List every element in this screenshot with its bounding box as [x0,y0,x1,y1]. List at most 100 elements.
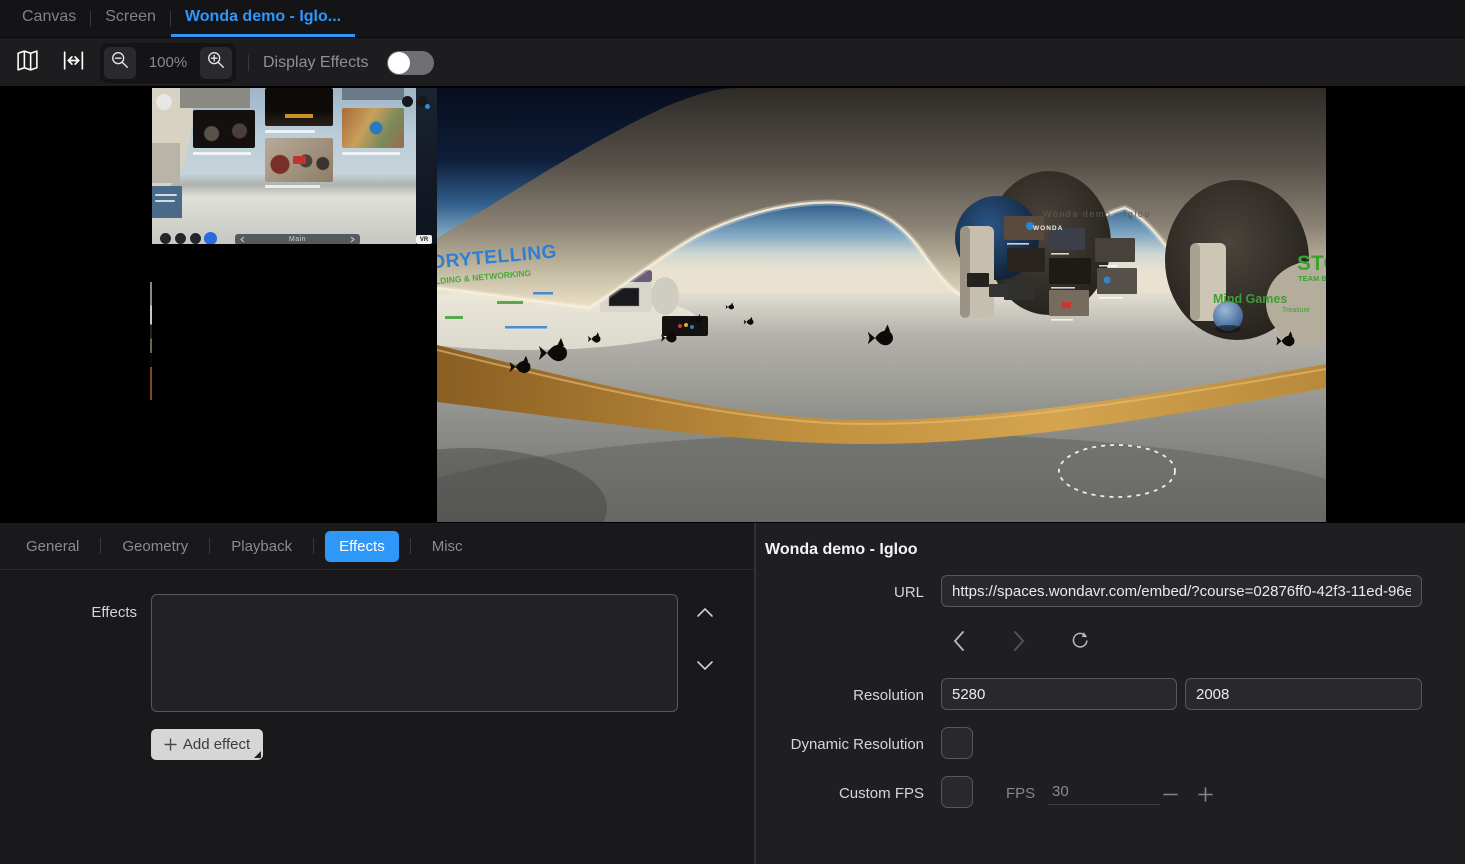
zoom-in-button[interactable] [200,47,232,79]
zoom-out-button[interactable] [104,47,136,79]
dynamic-resolution-label: Dynamic Resolution [756,736,924,753]
toggle-knob [388,52,410,74]
fps-decrement-button[interactable] [1161,785,1179,803]
minus-icon [1163,787,1178,802]
tab-wonda-demo[interactable]: Wonda demo - Iglo... [171,0,355,37]
thumb-toolbar-icon [189,232,202,244]
toolbar-separator [248,55,249,71]
thumb-edge-shadow [416,88,437,244]
thumb-toolbar-icon [204,232,217,244]
add-effect-label: Add effect [183,736,250,753]
video-tile [152,186,182,218]
tile-caption [265,185,320,188]
tile-caption [155,200,175,202]
tab-playback[interactable]: Playback [221,538,302,555]
canvas-viewport[interactable]: Main VR [0,86,1465,523]
source-properties-panel: Wonda demo - Igloo URL Resolution Dynami… [756,523,1465,864]
tab-geometry[interactable]: Geometry [112,538,198,555]
tab-separator [209,538,210,554]
thumb-toolbar-icon [174,232,187,244]
tab-effects[interactable]: Effects [325,531,399,562]
video-tile [342,108,404,148]
plus-icon [1198,787,1213,802]
team-bu-text: TEAM BU [1298,274,1326,283]
tab-screen[interactable]: Screen [91,0,170,37]
video-tile [265,88,333,126]
camera-icon [402,96,413,107]
fps-input[interactable] [1048,778,1160,805]
add-effect-button[interactable]: Add effect [151,729,263,760]
resolution-width-input[interactable] [941,678,1177,710]
tab-canvas[interactable]: Canvas [8,0,90,37]
chevron-right-icon [350,236,355,243]
map-view-button[interactable] [12,48,42,78]
move-effect-down-button[interactable] [696,659,714,671]
top-tab-bar: Canvas Screen Wonda demo - Iglo... [0,0,1465,37]
resolution-height-input[interactable] [1185,678,1422,710]
tile-caption [155,194,177,196]
video-tile [193,110,255,148]
space-title-text: Wonda demo - Igloo [1043,209,1151,219]
app-window: Canvas Screen Wonda demo - Iglo... [0,0,1465,864]
browser-back-button[interactable] [947,626,969,656]
custom-fps-label: Custom FPS [756,785,924,802]
tile-caption [342,152,400,155]
browser-forward-button[interactable] [1008,626,1030,656]
wonda-logo-text: WONDA [1033,225,1063,232]
tab-misc[interactable]: Misc [422,538,473,555]
tile-detail [285,114,313,118]
zoom-out-icon [110,50,130,75]
dropdown-corner-icon [254,751,261,758]
screen-thumbnail[interactable]: Main VR [152,88,437,244]
treasure-text: Treasure [1282,307,1310,314]
panorama-view[interactable]: ORYTELLING ILDING & NETWORKING Wonda dem… [437,88,1326,522]
dynamic-resolution-checkbox[interactable] [941,727,973,759]
sto-text: STO [1297,252,1326,275]
move-effect-up-button[interactable] [696,605,714,617]
custom-fps-checkbox[interactable] [941,776,973,808]
chevron-up-icon [696,606,714,618]
screen-inspector-panel: General Geometry Playback Effects Misc E… [0,523,754,864]
thumb-toolbar-icon [159,232,172,244]
thumb-nav-label: Main [289,236,306,243]
url-input[interactable] [941,575,1422,607]
effects-list-label: Effects [0,604,137,621]
effects-list[interactable] [151,594,678,712]
thumb-logo-icon [156,94,172,110]
display-effects-toggle[interactable] [387,51,434,75]
chevron-down-icon [696,660,714,672]
pano-edge-strip [150,282,152,400]
toolbar: 100% Display Effects [0,37,1465,87]
tab-separator [313,538,314,554]
thumb-vr-badge: VR [416,235,432,244]
chevron-left-icon [240,236,245,243]
display-effects-label: Display Effects [263,54,369,72]
tile-caption [265,130,315,133]
refresh-icon [1069,629,1091,653]
resolution-label: Resolution [756,687,924,704]
zoom-control: 100% [100,43,236,83]
browser-refresh-button[interactable] [1069,626,1091,656]
fps-increment-button[interactable] [1196,785,1214,803]
inspector-tab-bar: General Geometry Playback Effects Misc [0,523,754,570]
source-title: Wonda demo - Igloo [765,541,918,559]
zoom-in-icon [206,50,226,75]
video-tile [342,88,404,100]
fps-label: FPS [1006,785,1035,802]
thumb-nav-bar: Main [235,234,360,244]
tab-general[interactable]: General [16,538,89,555]
zoom-level: 100% [136,54,200,71]
tile-detail [293,156,306,164]
plus-icon [164,738,177,751]
map-icon [15,48,40,78]
url-label: URL [756,584,924,601]
fit-width-icon [61,48,86,78]
forward-icon [1013,630,1026,652]
tab-separator [410,538,411,554]
video-tile [152,143,180,183]
fit-width-button[interactable] [58,48,88,78]
video-tile [180,88,250,108]
tile-caption [193,152,251,155]
tab-separator [100,538,101,554]
mind-games-text: Mind Games [1213,292,1287,306]
